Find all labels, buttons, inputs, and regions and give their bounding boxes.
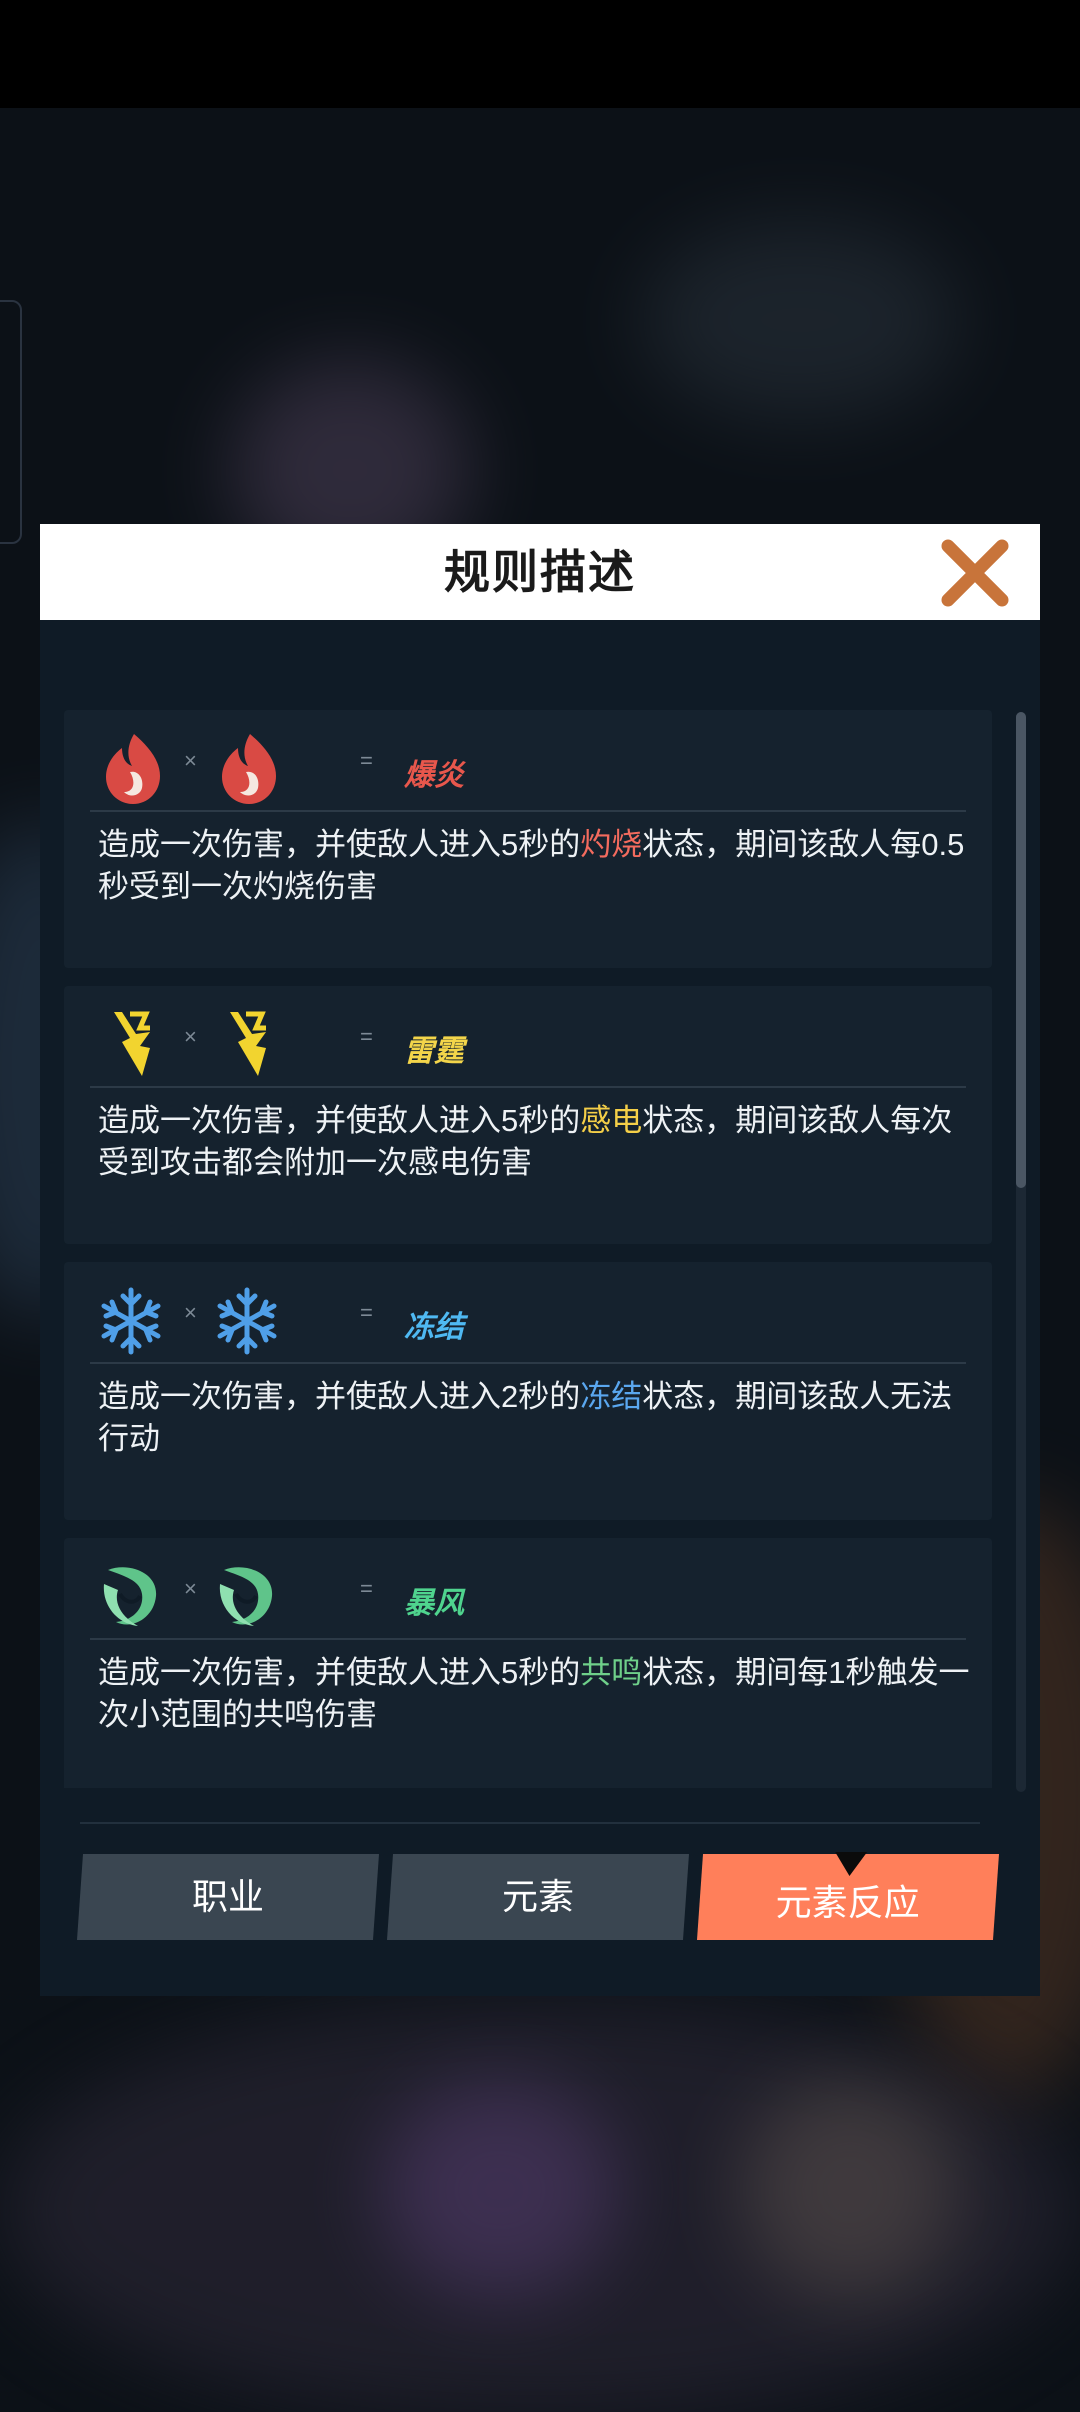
reaction-description: 造成一次伤害，并使敌人进入2秒的冻结状态，期间该敌人无法行动 [98,1379,953,1456]
times-operator: × [184,1576,197,1601]
wind-swirl-icon [219,1567,273,1626]
divider [90,1638,966,1640]
dialog-header: 规则描述 [40,524,1040,620]
status-highlight: 灼烧 [580,827,643,862]
reaction-description: 造成一次伤害，并使敌人进入5秒的灼烧状态，期间该敌人每0.5秒受到一次灼烧伤害 [98,827,965,904]
side-handle [0,300,22,544]
blurred-scene-element [380,2080,620,2300]
reaction-formula: × = 雷霆 [94,998,974,1098]
wind-swirl-icon [103,1567,157,1626]
reaction-result-label: 暴风 [404,1587,464,1620]
tab-label: 元素反应 [775,1882,920,1923]
reaction-formula: × = 暴风 [94,1550,974,1650]
tab-element[interactable]: 元素 [386,1854,690,1940]
times-operator: × [184,748,197,773]
equals-operator: = [360,748,373,773]
reaction-formula: × = 爆炎 [94,722,974,822]
reaction-description: 造成一次伤害，并使敌人进入5秒的感电状态，期间该敌人每次受到攻击都会附加一次感电… [98,1103,953,1180]
reaction-card-lightning: × = 雷霆 造成一次伤害，并使敌人进入5秒的感电状态，期间该敌人每次受到攻击都… [64,986,992,1244]
lightning-icon [230,1011,266,1076]
reaction-card-wind: × = 暴风 造成一次伤害，并使敌人进入5秒的共鸣状态，期间每1秒触发一次小范围… [64,1538,992,1788]
snowflake-icon [217,1287,277,1355]
reaction-list[interactable]: × = 爆炎 造成一次伤害，并使敌人进入5秒的灼烧状态，期间该敌人每0.5秒受到… [64,710,992,1788]
reaction-card-fire: × = 爆炎 造成一次伤害，并使敌人进入5秒的灼烧状态，期间该敌人每0.5秒受到… [64,710,992,968]
dialog-title: 规则描述 [444,546,636,598]
scrollbar-thumb[interactable] [1016,712,1026,1188]
times-operator: × [184,1300,197,1325]
tab-label: 职业 [191,1876,264,1917]
close-x-icon[interactable] [940,538,1010,608]
equals-operator: = [360,1300,373,1325]
divider [90,1086,966,1088]
divider [90,1362,966,1364]
reaction-result-label: 雷霆 [404,1035,464,1068]
equals-operator: = [360,1576,373,1601]
reaction-result-label: 爆炎 [404,759,464,792]
divider [80,1822,980,1824]
fire-icon [222,734,276,804]
reaction-formula: × = 冻结 [94,1274,974,1374]
blurred-scene-element [740,2080,960,2300]
scrollbar[interactable] [1016,712,1026,1792]
reaction-description: 造成一次伤害，并使敌人进入5秒的共鸣状态，期间每1秒触发一次小范围的共鸣伤害 [98,1655,970,1732]
status-highlight: 冻结 [580,1379,643,1414]
times-operator: × [184,1024,197,1049]
reaction-result-label: 冻结 [404,1311,464,1344]
tab-label: 元素 [501,1876,574,1917]
status-bar [0,0,1080,108]
blurred-scene-element [640,220,960,420]
status-highlight: 感电 [580,1103,643,1138]
tab-profession[interactable]: 职业 [76,1854,380,1940]
rules-dialog: 规则描述 × = 爆炎 造成一次伤害，并使敌人进入5秒的灼烧状态，期间该敌人每0… [40,524,1040,1996]
snowflake-icon [101,1287,161,1355]
tab-element-reaction[interactable]: 元素反应 [696,1852,1000,1940]
divider [90,810,966,812]
lightning-icon [114,1011,150,1076]
status-highlight: 共鸣 [580,1655,643,1690]
fire-icon [106,734,160,804]
reaction-card-ice: × = 冻结 造成一次伤害，并使敌人进入2秒的冻结状态，期间该敌人无法行动 [64,1262,992,1520]
equals-operator: = [360,1024,373,1049]
